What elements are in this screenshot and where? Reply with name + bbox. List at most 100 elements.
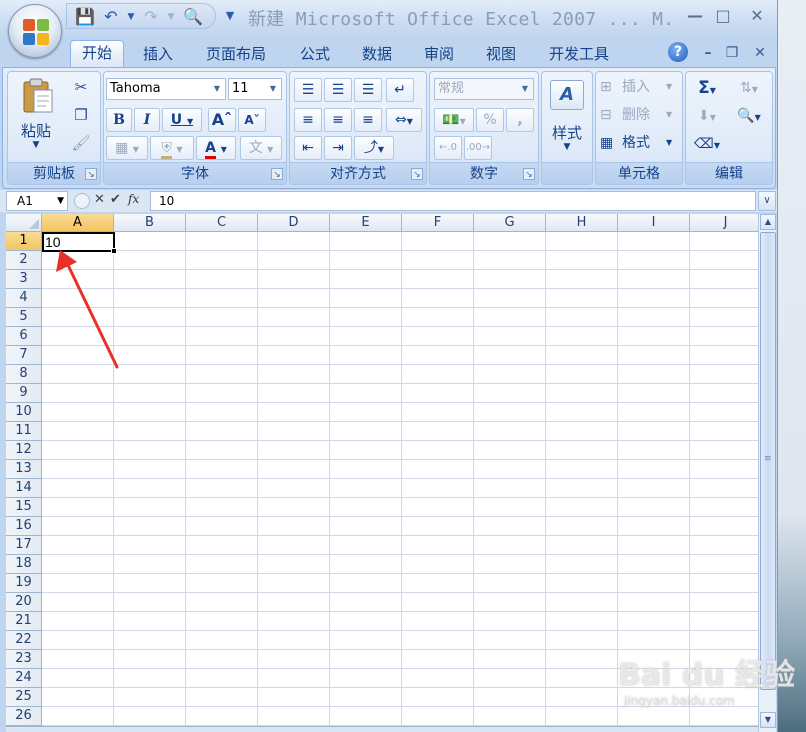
row-header-20[interactable]: 20 bbox=[6, 593, 42, 612]
scroll-down-icon[interactable]: ▼ bbox=[760, 712, 776, 728]
tab-home[interactable]: 开始 bbox=[70, 40, 124, 68]
row-header-24[interactable]: 24 bbox=[6, 669, 42, 688]
align-right-button[interactable]: ≡ bbox=[354, 108, 382, 132]
accounting-format-button[interactable]: 💵▼ bbox=[434, 108, 474, 132]
italic-button[interactable]: I bbox=[134, 108, 160, 132]
increase-indent-button[interactable]: ⇥ bbox=[324, 136, 352, 160]
minimize-icon[interactable]: — bbox=[684, 6, 706, 26]
close-icon[interactable]: ✕ bbox=[746, 6, 768, 26]
bold-button[interactable]: B bbox=[106, 108, 132, 132]
dialog-launcher-icon[interactable]: ↘ bbox=[411, 168, 423, 180]
ribbon-minimize-icon[interactable]: – bbox=[698, 44, 718, 62]
row-header-3[interactable]: 3 bbox=[6, 270, 42, 289]
align-middle-button[interactable]: ☰ bbox=[324, 78, 352, 102]
scroll-thumb[interactable]: ≡ bbox=[760, 232, 776, 690]
comma-button[interactable]: , bbox=[506, 108, 534, 132]
formula-input[interactable]: 10 bbox=[150, 191, 756, 211]
redo-icon[interactable]: ↷ bbox=[141, 7, 161, 27]
shrink-font-button[interactable]: Aˇ bbox=[238, 108, 266, 132]
align-top-button[interactable]: ☰ bbox=[294, 78, 322, 102]
align-center-button[interactable]: ≡ bbox=[324, 108, 352, 132]
help-icon[interactable]: ? bbox=[668, 42, 688, 62]
fill-color-button[interactable]: ⛨ ▼ bbox=[150, 136, 194, 160]
align-bottom-button[interactable]: ☰ bbox=[354, 78, 382, 102]
row-header-9[interactable]: 9 bbox=[6, 384, 42, 403]
copy-icon[interactable]: ❐ bbox=[68, 104, 94, 126]
office-button[interactable] bbox=[8, 4, 62, 58]
row-header-25[interactable]: 25 bbox=[6, 688, 42, 707]
row-header-10[interactable]: 10 bbox=[6, 403, 42, 422]
workbook-close-icon[interactable]: ✕ bbox=[750, 44, 770, 62]
select-all-button[interactable] bbox=[6, 214, 42, 232]
scroll-up-icon[interactable]: ▲ bbox=[760, 214, 776, 230]
fill-handle[interactable] bbox=[111, 248, 117, 254]
row-header-13[interactable]: 13 bbox=[6, 460, 42, 479]
styles-button[interactable]: A 样式 ▼ bbox=[544, 74, 590, 160]
insert-function-icon[interactable]: fx bbox=[128, 192, 139, 206]
cell-a1[interactable]: 10 bbox=[42, 232, 117, 254]
decrease-decimal-button[interactable]: .00→ bbox=[464, 136, 492, 160]
customize-qat-icon[interactable]: ▼ bbox=[220, 6, 240, 26]
expand-formula-bar-icon[interactable]: ∨ bbox=[758, 191, 776, 211]
column-header-f[interactable]: F bbox=[402, 214, 474, 232]
row-header-15[interactable]: 15 bbox=[6, 498, 42, 517]
tab-formulas[interactable]: 公式 bbox=[290, 42, 340, 68]
font-name-combo[interactable]: Tahoma ▼ bbox=[106, 78, 226, 100]
insert-cells-button[interactable]: ⊞ 插入 ▼ bbox=[600, 76, 680, 100]
phonetic-button[interactable]: 文 ▼ bbox=[240, 136, 282, 160]
column-header-g[interactable]: G bbox=[474, 214, 546, 232]
cut-icon[interactable]: ✂ bbox=[68, 76, 94, 98]
row-header-2[interactable]: 2 bbox=[6, 251, 42, 270]
undo-icon[interactable]: ↶ bbox=[101, 7, 121, 27]
tab-page-layout[interactable]: 页面布局 bbox=[196, 42, 276, 68]
formula-bar-toggle-icon[interactable] bbox=[74, 193, 90, 209]
percent-button[interactable]: % bbox=[476, 108, 504, 132]
delete-cells-button[interactable]: ⊟ 删除 ▼ bbox=[600, 104, 680, 128]
row-header-23[interactable]: 23 bbox=[6, 650, 42, 669]
find-select-button[interactable]: 🔍▼ bbox=[730, 104, 768, 128]
print-preview-icon[interactable]: 🔍 bbox=[183, 7, 203, 27]
orientation-button[interactable]: ⤴▼ bbox=[354, 136, 394, 160]
row-header-26[interactable]: 26 bbox=[6, 707, 42, 726]
tab-insert[interactable]: 插入 bbox=[134, 42, 182, 68]
tab-data[interactable]: 数据 bbox=[352, 42, 402, 68]
row-header-21[interactable]: 21 bbox=[6, 612, 42, 631]
save-icon[interactable]: 💾 bbox=[75, 7, 95, 27]
paste-button[interactable]: 粘贴 ▼ bbox=[14, 74, 62, 158]
decrease-indent-button[interactable]: ⇤ bbox=[294, 136, 322, 160]
grow-font-button[interactable]: Aˆ bbox=[208, 108, 236, 132]
ribbon-restore-icon[interactable]: ❐ bbox=[722, 44, 742, 62]
tab-view[interactable]: 视图 bbox=[476, 42, 526, 68]
cancel-icon[interactable]: ✕ bbox=[94, 192, 105, 207]
name-box[interactable]: A1 ▼ bbox=[6, 191, 68, 211]
column-header-b[interactable]: B bbox=[114, 214, 186, 232]
column-header-a[interactable]: A bbox=[42, 214, 114, 232]
row-header-16[interactable]: 16 bbox=[6, 517, 42, 536]
row-header-1[interactable]: 1 bbox=[6, 232, 42, 251]
column-header-h[interactable]: H bbox=[546, 214, 618, 232]
tab-review[interactable]: 审阅 bbox=[414, 42, 464, 68]
format-painter-icon[interactable]: 🖌 bbox=[68, 132, 94, 154]
clear-button[interactable]: ⌫▼ bbox=[690, 132, 724, 156]
column-header-i[interactable]: I bbox=[618, 214, 690, 232]
column-header-c[interactable]: C bbox=[186, 214, 258, 232]
row-header-19[interactable]: 19 bbox=[6, 574, 42, 593]
column-header-d[interactable]: D bbox=[258, 214, 330, 232]
font-color-button[interactable]: A ▼ bbox=[196, 136, 236, 160]
increase-decimal-button[interactable]: ←.0 bbox=[434, 136, 462, 160]
tab-developer[interactable]: 开发工具 bbox=[538, 42, 620, 68]
fill-button[interactable]: ⬇▼ bbox=[690, 104, 724, 128]
dialog-launcher-icon[interactable]: ↘ bbox=[85, 168, 97, 180]
row-header-5[interactable]: 5 bbox=[6, 308, 42, 327]
merge-center-button[interactable]: ⇔▼ bbox=[386, 108, 422, 132]
dialog-launcher-icon[interactable]: ↘ bbox=[523, 168, 535, 180]
row-header-6[interactable]: 6 bbox=[6, 327, 42, 346]
row-header-14[interactable]: 14 bbox=[6, 479, 42, 498]
format-cells-button[interactable]: ▦ 格式 ▼ bbox=[600, 132, 680, 156]
restore-icon[interactable]: □ bbox=[712, 6, 734, 26]
undo-dropdown-icon[interactable]: ▼ bbox=[121, 7, 141, 27]
column-header-e[interactable]: E bbox=[330, 214, 402, 232]
align-left-button[interactable]: ≡ bbox=[294, 108, 322, 132]
redo-dropdown-icon[interactable]: ▼ bbox=[161, 7, 181, 27]
dialog-launcher-icon[interactable]: ↘ bbox=[271, 168, 283, 180]
